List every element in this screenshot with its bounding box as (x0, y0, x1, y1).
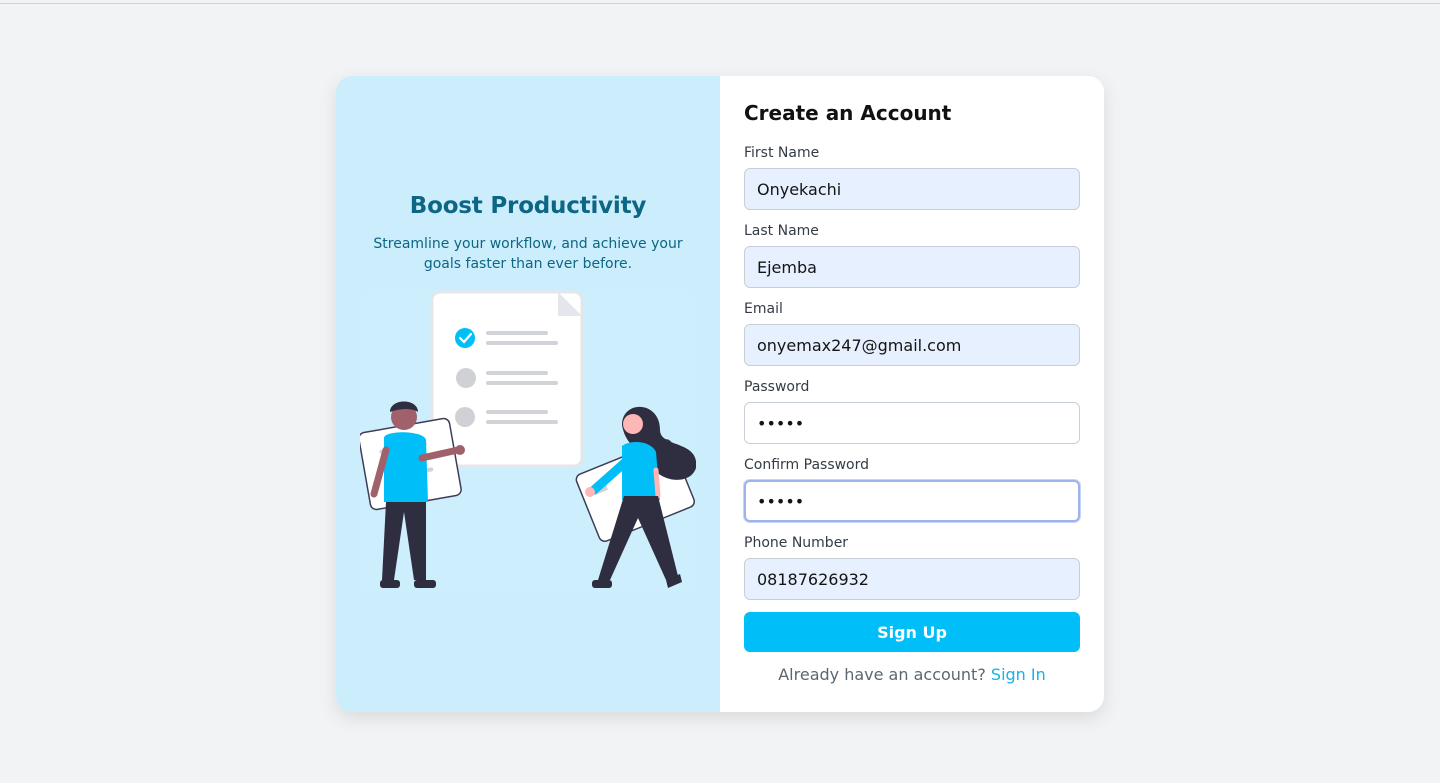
password-label: Password (744, 379, 810, 395)
email-label: Email (744, 301, 783, 317)
password-field[interactable] (744, 402, 1080, 444)
signup-card: Boost Productivity Streamline your workf… (336, 76, 1104, 712)
document-icon (430, 290, 584, 468)
last-name-label: Last Name (744, 223, 819, 239)
signup-form-panel: Create an Account First Name Last Name E… (720, 76, 1104, 712)
top-border (0, 0, 1440, 4)
signin-prompt-text: Already have an account? (778, 665, 986, 684)
sign-up-button[interactable]: Sign Up (744, 612, 1080, 652)
sign-in-link[interactable]: Sign In (991, 665, 1046, 684)
form-title: Create an Account (744, 101, 952, 125)
promo-subtitle: Streamline your workflow, and achieve yo… (373, 236, 683, 272)
first-name-field[interactable] (744, 168, 1080, 210)
first-name-label: First Name (744, 145, 820, 161)
promo-panel: Boost Productivity Streamline your workf… (336, 76, 720, 712)
promo-title: Boost Productivity (409, 193, 647, 219)
productivity-illustration (360, 290, 696, 592)
last-name-field[interactable] (744, 246, 1080, 288)
email-field[interactable] (744, 324, 1080, 366)
confirm-password-field[interactable] (744, 480, 1080, 522)
phone-number-field[interactable] (744, 558, 1080, 600)
signin-prompt-row: Already have an account? Sign In (720, 665, 1104, 684)
phone-number-label: Phone Number (744, 535, 849, 551)
confirm-password-label: Confirm Password (744, 457, 870, 473)
